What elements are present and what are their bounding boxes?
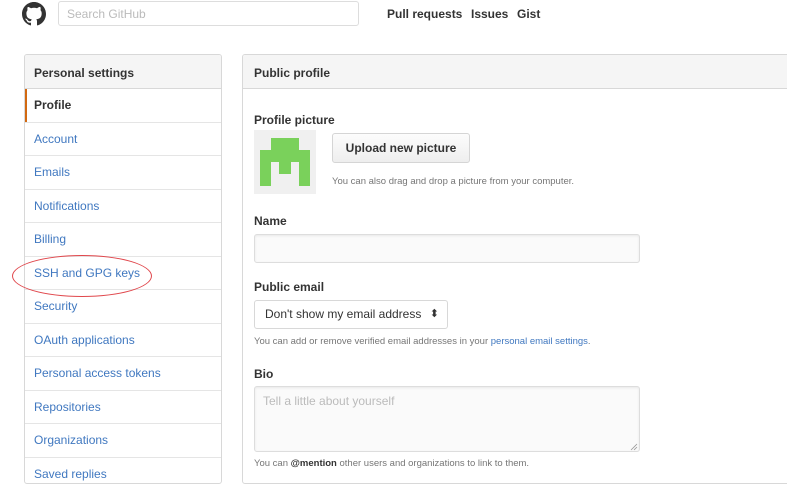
name-input[interactable] <box>254 234 640 263</box>
select-arrows-icon: ⬍ <box>430 301 439 328</box>
search-input[interactable] <box>58 1 359 26</box>
resize-grip-icon[interactable] <box>630 443 638 451</box>
top-header: Pull requests Issues Gist <box>0 0 787 35</box>
email-hint-suffix: . <box>588 336 591 347</box>
identicon-image <box>254 130 316 194</box>
github-octocat-icon[interactable] <box>22 2 46 26</box>
settings-sidebar: Personal settings Profile Account Emails… <box>24 54 222 484</box>
email-hint: You can add or remove verified email add… <box>254 336 591 347</box>
sidebar-item-emails[interactable]: Emails <box>25 156 221 190</box>
public-email-selected-value: Don't show my email address <box>265 307 421 321</box>
sidebar-item-billing[interactable]: Billing <box>25 223 221 257</box>
name-label: Name <box>254 214 287 228</box>
public-email-label: Public email <box>254 280 324 294</box>
profile-picture-label: Profile picture <box>254 113 335 127</box>
bio-hint-suffix: other users and organizations to link to… <box>337 458 529 469</box>
bio-textarea[interactable] <box>254 386 640 452</box>
email-hint-text: You can add or remove verified email add… <box>254 336 491 347</box>
sidebar-item-personal-access-tokens[interactable]: Personal access tokens <box>25 357 221 391</box>
sidebar-item-repositories[interactable]: Repositories <box>25 391 221 425</box>
sidebar-item-oauth-applications[interactable]: OAuth applications <box>25 324 221 358</box>
nav-issues[interactable]: Issues <box>471 7 508 21</box>
sidebar-item-account[interactable]: Account <box>25 123 221 157</box>
public-email-select[interactable]: Don't show my email address ⬍ <box>254 300 448 329</box>
mention-keyword: @mention <box>291 458 337 469</box>
sidebar-item-notifications[interactable]: Notifications <box>25 190 221 224</box>
nav-gist[interactable]: Gist <box>517 7 540 21</box>
upload-hint: You can also drag and drop a picture fro… <box>332 176 574 187</box>
sidebar-item-profile[interactable]: Profile <box>25 89 221 123</box>
sidebar-item-security[interactable]: Security <box>25 290 221 324</box>
bio-label: Bio <box>254 367 273 381</box>
sidebar-item-ssh-gpg-keys[interactable]: SSH and GPG keys <box>25 257 221 291</box>
sidebar-title: Personal settings <box>25 55 221 89</box>
panel-title: Public profile <box>243 55 787 89</box>
upload-picture-button[interactable]: Upload new picture <box>332 133 470 163</box>
bio-hint-text: You can <box>254 458 291 469</box>
avatar <box>254 130 316 194</box>
personal-email-settings-link[interactable]: personal email settings <box>491 336 588 347</box>
nav-pull-requests[interactable]: Pull requests <box>387 7 462 21</box>
sidebar-item-organizations[interactable]: Organizations <box>25 424 221 458</box>
bio-hint: You can @mention other users and organiz… <box>254 458 529 469</box>
sidebar-item-saved-replies[interactable]: Saved replies <box>25 458 221 484</box>
